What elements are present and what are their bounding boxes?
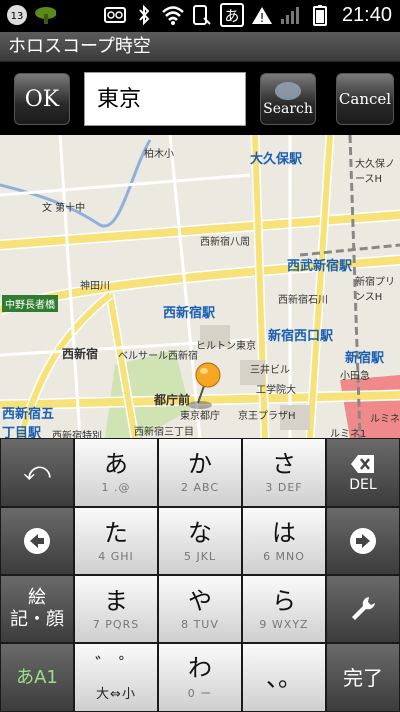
kana-key-ha[interactable]: は6 MNO	[242, 507, 326, 575]
map-label: ヒルトン東京	[196, 341, 256, 352]
backspace-icon	[351, 454, 374, 473]
warning-icon: !	[251, 4, 273, 26]
map-label: 文 第十中	[42, 203, 86, 214]
map-label: 柏木小	[144, 149, 174, 160]
voicemail-icon	[103, 4, 126, 26]
arrow-right-icon	[350, 528, 376, 554]
map-label: ルミネ	[370, 414, 400, 425]
delete-label: DEL	[349, 476, 377, 493]
japanese-keyboard: ⤺ 絵記・顔 あA1 あ1 .@ か2 ABC さ3 DEF た4 GHI な5…	[0, 438, 400, 712]
globe-icon	[275, 82, 301, 100]
kana-key-sa[interactable]: さ3 DEF	[242, 438, 326, 507]
map-label: 西新宿五丁目駅	[2, 407, 55, 438]
map-label: 新宿西口駅	[268, 329, 334, 344]
emoji-symbol-label: 絵記・顔	[10, 587, 64, 630]
status-bar: 13 あ ! 21:40	[0, 0, 400, 32]
delete-key[interactable]: DEL	[326, 438, 400, 507]
search-button-label: Search	[263, 101, 313, 117]
map-label: 小田急	[340, 371, 370, 382]
battery-icon	[309, 4, 331, 26]
notification-count-icon: 13	[6, 4, 28, 26]
ok-button[interactable]: OK	[14, 73, 70, 125]
kana-key-na[interactable]: な5 JKL	[158, 507, 242, 575]
kana-key-ya[interactable]: や8 TUV	[158, 575, 242, 643]
search-button[interactable]: Search	[260, 73, 316, 125]
undo-icon: ⤺	[23, 457, 51, 487]
map-label: 京王プラザH	[238, 411, 296, 422]
map-label: 東京都庁	[180, 411, 220, 422]
settings-key[interactable]	[326, 575, 400, 643]
leaf-icon	[34, 4, 56, 26]
map-view[interactable]: 大久保駅 西武新宿駅 西新宿駅 新宿西口駅 新宿駅 都庁前 西新宿 西新宿五丁目…	[0, 135, 400, 438]
wifi-icon	[162, 4, 184, 26]
map-label: ルミネ1	[330, 429, 367, 438]
input-mode-key[interactable]: あA1	[0, 643, 74, 712]
map-label: 西新宿三丁目	[134, 427, 194, 438]
map-label: 西新宿駅	[163, 306, 216, 321]
search-toolbar: OK 東京 Search Cancel	[0, 63, 400, 135]
dakuten-key[interactable]: ゛ ゜大⇔小	[74, 643, 158, 712]
map-label: 西新宿特別	[52, 431, 102, 438]
wrench-icon	[352, 597, 375, 620]
map-label: 都庁前	[154, 393, 191, 407]
arrow-left-icon	[24, 528, 50, 554]
map-label: 西新宿石川	[278, 295, 328, 306]
cursor-left-key[interactable]	[0, 507, 74, 575]
ime-icon: あ	[219, 3, 244, 27]
signal-icon	[280, 4, 302, 26]
cancel-button[interactable]: Cancel	[336, 73, 394, 125]
location-search-input[interactable]: 東京	[84, 72, 246, 126]
enter-key[interactable]: 完了	[326, 643, 400, 712]
map-roads	[0, 135, 400, 438]
kana-key-ra[interactable]: ら9 WXYZ	[242, 575, 326, 643]
map-label: 神田川	[80, 281, 110, 292]
kana-key-a[interactable]: あ1 .@	[74, 438, 158, 507]
emoji-symbol-key[interactable]: 絵記・顔	[0, 575, 74, 643]
kana-key-wa[interactable]: わ0 ー	[158, 643, 242, 712]
notification-badge: 13	[11, 11, 24, 22]
map-label: 新宿プリンスH	[355, 277, 395, 303]
cursor-right-key[interactable]	[326, 507, 400, 575]
kana-key-ma[interactable]: ま7 PQRS	[74, 575, 158, 643]
kana-key-ka[interactable]: か2 ABC	[158, 438, 242, 507]
map-label: 大久保ノースH	[355, 159, 395, 185]
input-mode-label: あA1	[16, 666, 58, 688]
bluetooth-icon	[133, 4, 155, 26]
map-label: 工学院大	[256, 385, 296, 396]
map-label: 西新宿八周	[200, 237, 250, 248]
punctuation-key[interactable]: 、。	[242, 643, 326, 712]
app-title: ホロスコープ時空	[0, 32, 400, 62]
svg-text:!: !	[260, 11, 265, 25]
map-label: 新宿駅	[345, 351, 385, 366]
map-label: 大久保駅	[250, 152, 303, 167]
map-label: 西新宿	[62, 347, 99, 361]
kana-key-ta[interactable]: た4 GHI	[74, 507, 158, 575]
map-label: 三井ビル	[250, 365, 290, 376]
map-label: 中野長者橋	[2, 295, 58, 312]
map-label: ベルサール西新宿	[118, 351, 198, 362]
enter-label: 完了	[343, 665, 383, 690]
clock: 21:40	[341, 3, 392, 26]
map-label: 西武新宿駅	[287, 259, 353, 274]
phone-icon	[191, 4, 213, 26]
undo-key[interactable]: ⤺	[0, 438, 74, 507]
